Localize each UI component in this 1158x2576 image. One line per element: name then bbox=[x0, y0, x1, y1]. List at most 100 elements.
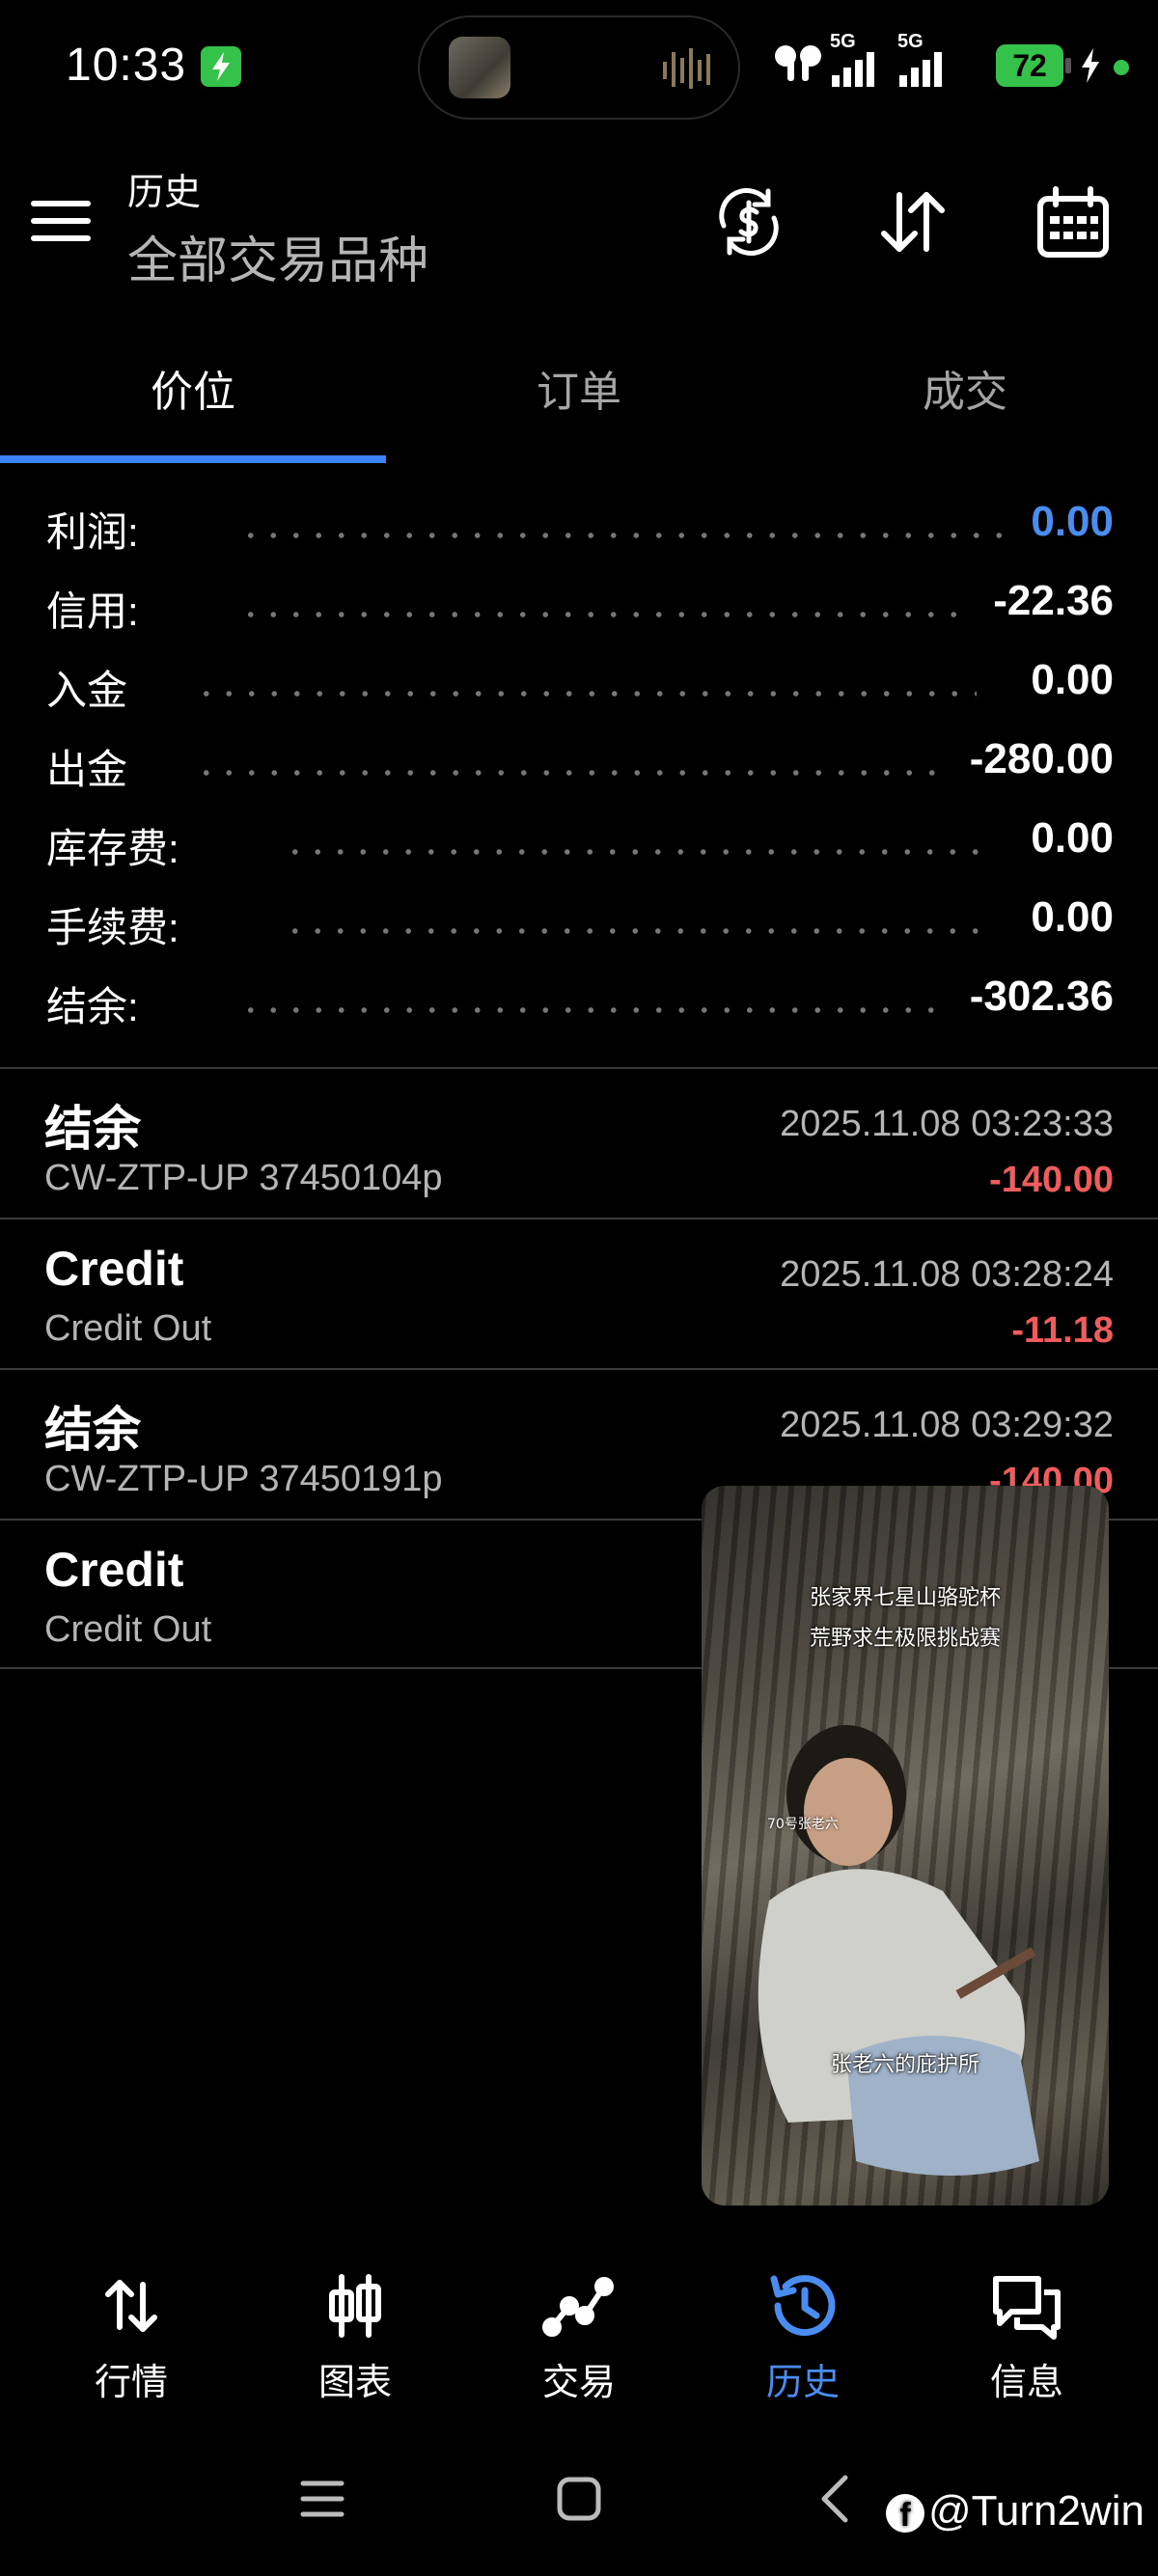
deal-time: 2025.11.08 03:29:32 bbox=[780, 1405, 1114, 1445]
summary-label: 手续费: bbox=[46, 905, 179, 950]
summary-row-profit: 利润: 0.00 bbox=[0, 492, 1158, 571]
trade-icon bbox=[542, 2277, 614, 2337]
summary-row-commission: 手续费: 0.00 bbox=[0, 888, 1158, 967]
summary-label: 库存费: bbox=[46, 826, 179, 871]
deal-amount: -11.18 bbox=[1011, 1310, 1114, 1351]
menu-button[interactable] bbox=[31, 201, 91, 245]
earbuds-icon bbox=[775, 45, 821, 81]
deal-time: 2025.11.08 03:28:24 bbox=[780, 1254, 1114, 1295]
video-caption: 张老六的庇护所 bbox=[830, 2053, 979, 2077]
summary-value: 0.00 bbox=[1031, 814, 1114, 862]
app-header: 历史 全部交易品种 bbox=[0, 145, 1158, 289]
status-bar: 10:33 5G 5G 72 bbox=[0, 0, 1158, 135]
nav-quotes[interactable]: 行情 bbox=[44, 2267, 218, 2405]
nav-messages[interactable]: 信息 bbox=[940, 2267, 1114, 2405]
nav-label: 历史 bbox=[765, 2363, 840, 2403]
network-label-2: 5G bbox=[897, 31, 924, 52]
dot-leader bbox=[239, 533, 1011, 538]
messages-icon bbox=[993, 2276, 1061, 2340]
deal-comment: CW-ZTP-UP 37450191p bbox=[44, 1459, 443, 1499]
dot-leader bbox=[284, 928, 988, 934]
status-time: 10:33 bbox=[66, 40, 187, 91]
nav-chart[interactable]: 图表 bbox=[268, 2267, 442, 2405]
watermark: f @Turn2win bbox=[886, 2487, 1144, 2535]
status-indicators: 5G 5G 72 bbox=[772, 31, 1139, 93]
network-label-1: 5G bbox=[830, 31, 856, 52]
calendar-icon[interactable] bbox=[1034, 183, 1112, 260]
quotes-icon bbox=[105, 2280, 157, 2332]
summary-row-deposit: 入金 0.00 bbox=[0, 650, 1158, 729]
list-item[interactable]: Credit Credit Out 2025.11.08 03:28:24 -1… bbox=[0, 1218, 1158, 1368]
summary-label: 信用: bbox=[46, 589, 139, 634]
dot-leader bbox=[239, 1007, 944, 1013]
battery-level: 72 bbox=[996, 44, 1063, 87]
summary-value: 0.00 bbox=[1031, 498, 1114, 545]
signal-icon bbox=[899, 52, 942, 87]
summary-value: -22.36 bbox=[993, 577, 1114, 624]
tab-deals[interactable]: 成交 bbox=[772, 357, 1158, 419]
recent-apps-icon[interactable] bbox=[284, 2460, 361, 2537]
symbol-filter[interactable]: 全部交易品种 bbox=[127, 220, 428, 292]
deal-type: Credit bbox=[44, 1543, 184, 1597]
summary-value: -302.36 bbox=[969, 973, 1114, 1020]
video-person bbox=[758, 1725, 1039, 2176]
summary-value: -280.00 bbox=[969, 735, 1114, 782]
summary-label: 入金 bbox=[46, 668, 128, 713]
deal-comment: CW-ZTP-UP 37450104p bbox=[44, 1158, 443, 1198]
system-navigation: f @Turn2win bbox=[0, 2451, 1158, 2557]
dot-leader bbox=[195, 691, 977, 697]
home-icon[interactable] bbox=[540, 2460, 618, 2537]
summary-value: 0.00 bbox=[1031, 656, 1114, 703]
facebook-icon: f bbox=[886, 2494, 924, 2534]
nav-label: 信息 bbox=[989, 2363, 1063, 2403]
active-tab-indicator bbox=[0, 455, 386, 463]
audio-wave-icon bbox=[663, 48, 710, 89]
deal-type: 结余 bbox=[44, 1102, 141, 1156]
tab-positions[interactable]: 价位 bbox=[0, 357, 386, 419]
deal-time: 2025.11.08 03:23:33 bbox=[780, 1104, 1114, 1144]
summary-label: 结余: bbox=[46, 984, 139, 1029]
deal-comment: Credit Out bbox=[44, 1308, 212, 1349]
list-item[interactable]: 结余 CW-ZTP-UP 37450104p 2025.11.08 03:23:… bbox=[0, 1067, 1158, 1218]
summary-row-balance: 结余: -302.36 bbox=[0, 967, 1158, 1046]
video-caption: 荒野求生极限挑战赛 bbox=[809, 1627, 1001, 1651]
floating-video-player[interactable]: 张家界七星山骆驼杯 荒野求生极限挑战赛 70号张老六 张老六的庇护所 bbox=[702, 1486, 1109, 2206]
sort-icon[interactable] bbox=[874, 183, 951, 260]
back-icon[interactable] bbox=[797, 2460, 874, 2537]
nav-label: 行情 bbox=[94, 2363, 168, 2403]
tab-orders[interactable]: 订单 bbox=[386, 357, 772, 419]
privacy-indicator bbox=[1114, 60, 1129, 75]
dot-leader bbox=[284, 849, 988, 855]
history-icon bbox=[770, 2275, 836, 2337]
nav-history[interactable]: 历史 bbox=[716, 2267, 890, 2405]
deal-type: Credit bbox=[44, 1242, 184, 1296]
summary-row-swap: 库存费: 0.00 bbox=[0, 808, 1158, 888]
charging-icon bbox=[201, 46, 241, 87]
signal-icon bbox=[832, 52, 874, 87]
dot-leader bbox=[239, 612, 963, 617]
nav-label: 图表 bbox=[317, 2363, 392, 2403]
menu-icon bbox=[31, 201, 91, 206]
nav-trade[interactable]: 交易 bbox=[492, 2267, 666, 2405]
watermark-text: @Turn2win bbox=[928, 2487, 1144, 2535]
charging-bolt-icon bbox=[1082, 48, 1099, 83]
video-caption: 张家界七星山骆驼杯 bbox=[809, 1586, 1001, 1610]
deal-comment: Credit Out bbox=[44, 1609, 212, 1650]
bottom-navigation: 行情 图表 交易 历史 信息 bbox=[0, 2267, 1158, 2412]
summary-panel: 利润: 0.00 信用: -22.36 入金 0.00 出金 -280.00 库… bbox=[0, 492, 1158, 1046]
deal-amount: -140.00 bbox=[989, 1160, 1114, 1200]
page-title: 历史 bbox=[127, 173, 202, 213]
dynamic-island[interactable] bbox=[418, 15, 740, 120]
chart-icon bbox=[329, 2274, 381, 2338]
nav-label: 交易 bbox=[541, 2363, 616, 2403]
summary-row-credit: 信用: -22.36 bbox=[0, 571, 1158, 650]
currency-sync-icon[interactable] bbox=[710, 183, 787, 260]
video-side-text: 70号张老六 bbox=[767, 1817, 839, 1832]
deal-type: 结余 bbox=[44, 1403, 141, 1457]
summary-label: 出金 bbox=[46, 747, 128, 792]
summary-label: 利润: bbox=[46, 509, 139, 555]
summary-row-withdrawal: 出金 -280.00 bbox=[0, 729, 1158, 808]
dot-leader bbox=[195, 770, 938, 776]
media-thumbnail bbox=[449, 37, 510, 98]
summary-value: 0.00 bbox=[1031, 893, 1114, 941]
